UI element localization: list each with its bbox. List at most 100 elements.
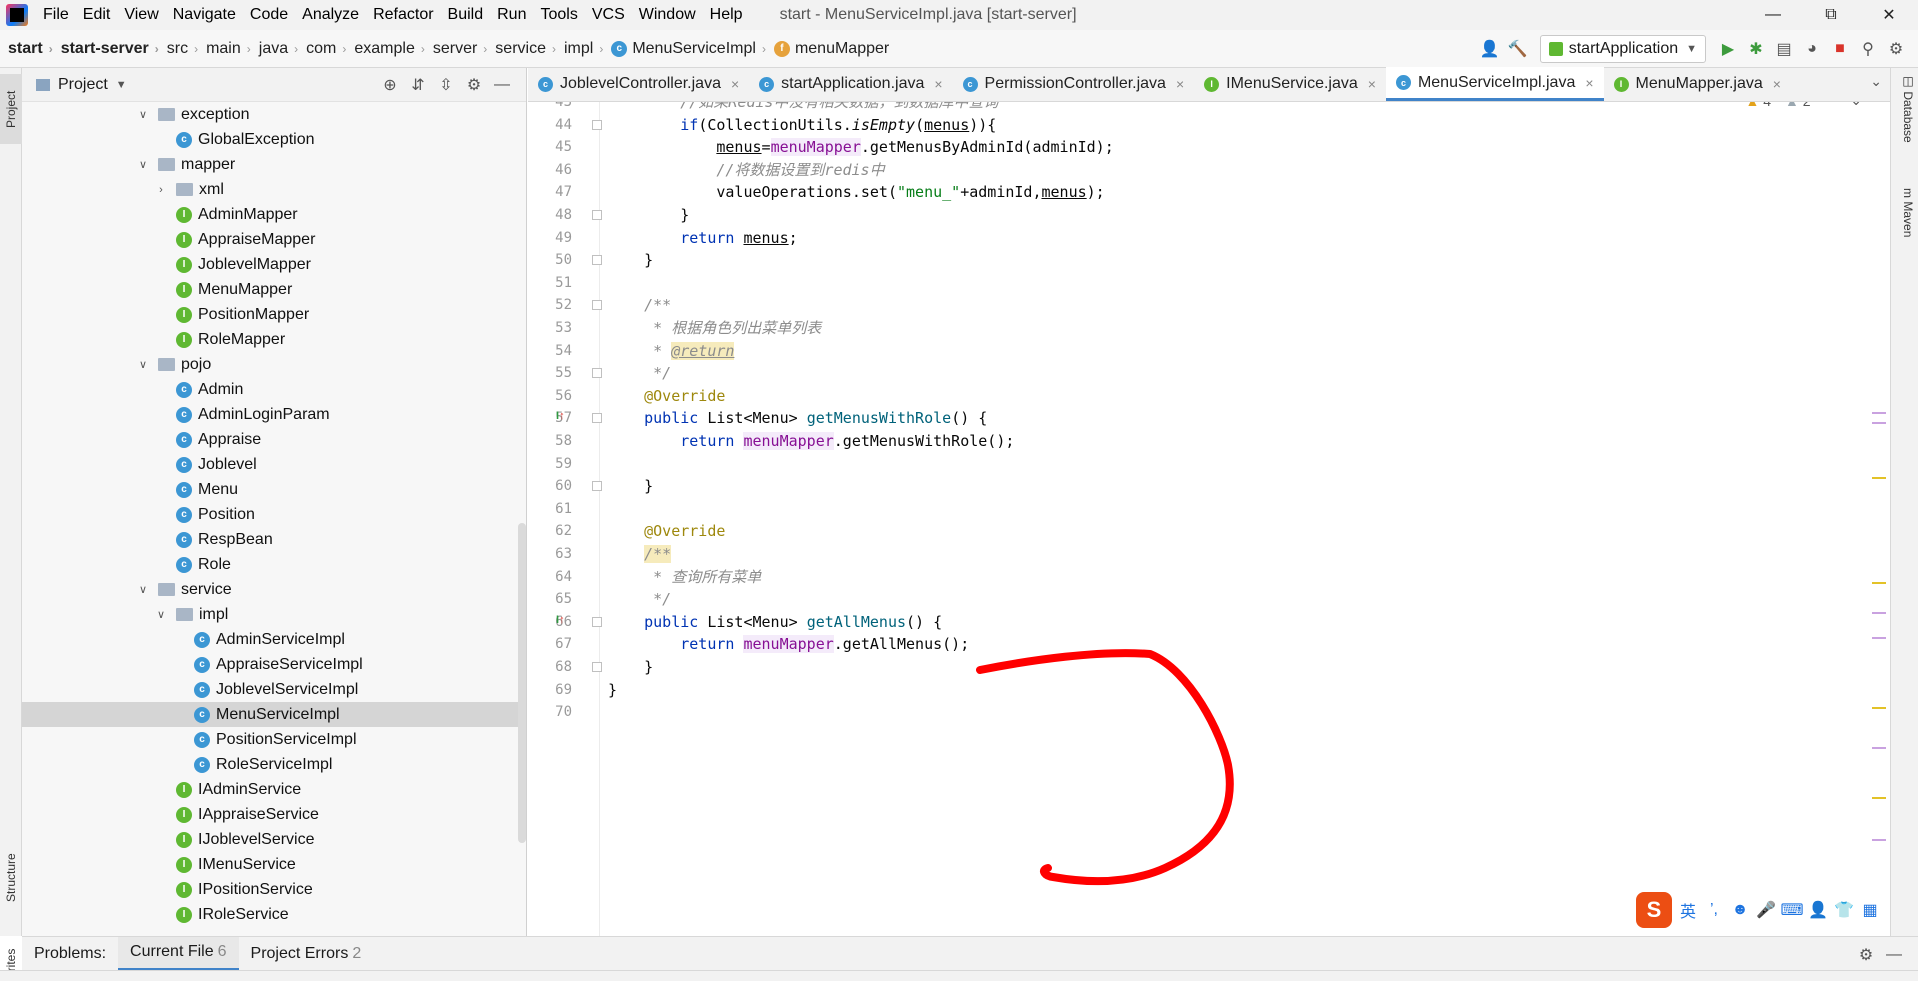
settings-gear-icon[interactable]: ⚙ xyxy=(1852,941,1880,969)
stripe-mark[interactable] xyxy=(1872,422,1886,424)
close-icon[interactable]: × xyxy=(1773,76,1781,92)
editor-tab[interactable]: I IMenuService.java × xyxy=(1194,67,1386,101)
user-icon[interactable]: 👤 xyxy=(1808,900,1828,920)
keyboard-icon[interactable]: ⌨ xyxy=(1780,900,1803,920)
fold-marker-icon[interactable] xyxy=(592,300,602,311)
breadcrumb-item[interactable]: service › xyxy=(487,40,556,58)
ime-language[interactable]: 英 xyxy=(1678,900,1698,921)
debug-icon[interactable]: ✱ xyxy=(1742,35,1770,63)
tree-item[interactable]: I MenuMapper xyxy=(22,277,522,302)
tree-item[interactable]: › xml xyxy=(22,177,522,202)
code-line[interactable]: public List<Menu> getAllMenus() { xyxy=(608,611,942,634)
menu-navigate[interactable]: Navigate xyxy=(166,6,243,24)
warning-indicator[interactable]: ▲ 4 xyxy=(1745,102,1771,109)
fold-marker-icon[interactable] xyxy=(592,119,602,130)
project-tool-tab[interactable]: Project xyxy=(0,74,22,144)
profile-icon[interactable]: ◕ xyxy=(1798,35,1826,63)
restore-icon[interactable]: ⧉ xyxy=(1802,0,1860,30)
editor-tab[interactable]: c JoblevelController.java × xyxy=(528,67,749,101)
tree-item[interactable]: c Menu xyxy=(22,477,522,502)
locate-target-icon[interactable]: ⊕ xyxy=(376,71,404,99)
fold-marker-icon[interactable] xyxy=(592,255,602,266)
menu-refactor[interactable]: Refactor xyxy=(366,6,440,24)
close-icon[interactable]: × xyxy=(1368,76,1376,92)
implements-method-icon[interactable]: I↑ xyxy=(556,410,565,422)
breadcrumb-item[interactable]: com › xyxy=(298,40,346,58)
coverage-icon[interactable]: ▤ xyxy=(1770,35,1798,63)
editor-error-stripe[interactable] xyxy=(1872,402,1890,936)
code-line[interactable]: * 根据角色列出菜单列表 xyxy=(608,317,821,340)
collapse-all-icon[interactable]: ⇳ xyxy=(432,71,460,99)
chevron-right-icon[interactable]: › xyxy=(154,184,168,196)
microphone-icon[interactable]: 🎤 xyxy=(1756,900,1776,920)
chevron-down-icon[interactable]: ▼ xyxy=(116,79,127,91)
tree-item[interactable]: I PositionMapper xyxy=(22,302,522,327)
expand-all-icon[interactable]: ⇵ xyxy=(404,71,432,99)
skin-shirt-icon[interactable]: 👕 xyxy=(1834,900,1854,920)
menu-window[interactable]: Window xyxy=(632,6,703,24)
tree-item[interactable]: I IAdminService xyxy=(22,777,522,802)
tree-item[interactable]: I AppraiseMapper xyxy=(22,227,522,252)
chevron-down-icon[interactable]: ∨ xyxy=(154,608,168,621)
settings-gear-icon[interactable]: ⚙ xyxy=(1882,35,1910,63)
code-line[interactable]: */ xyxy=(608,588,671,611)
tree-item[interactable]: c AdminServiceImpl xyxy=(22,627,522,652)
fold-marker-icon[interactable] xyxy=(592,368,602,379)
code-line[interactable]: //如果Redis中没有相关数据，到数据库中查询 xyxy=(608,102,998,114)
implements-method-icon[interactable]: I↑ xyxy=(556,614,565,626)
tree-item[interactable]: ∨ exception xyxy=(22,102,522,127)
build-hammer-icon[interactable]: 🔨 xyxy=(1504,35,1532,63)
tree-item[interactable]: c GlobalException xyxy=(22,127,522,152)
close-icon[interactable]: ✕ xyxy=(1860,0,1918,30)
tree-item[interactable]: c Role xyxy=(22,552,522,577)
close-icon[interactable]: × xyxy=(731,76,739,92)
menu-edit[interactable]: Edit xyxy=(76,6,118,24)
stripe-mark[interactable] xyxy=(1872,797,1886,799)
breadcrumb-item[interactable]: start › xyxy=(0,40,53,58)
code-line[interactable]: if(CollectionUtils.isEmpty(menus)){ xyxy=(608,114,996,137)
tree-item[interactable]: c RespBean xyxy=(22,527,522,552)
tree-scrollbar[interactable] xyxy=(518,523,526,843)
close-icon[interactable]: × xyxy=(1585,75,1593,91)
run-configuration-select[interactable]: startApplication ▼ xyxy=(1539,35,1706,63)
weak-warning-indicator[interactable]: ▲ 2 xyxy=(1785,102,1811,109)
tree-item[interactable]: I IPositionService xyxy=(22,877,522,902)
stripe-mark[interactable] xyxy=(1872,707,1886,709)
chevron-down-icon[interactable]: ∨ xyxy=(136,583,150,596)
project-panel-title[interactable]: Project xyxy=(58,76,108,94)
maven-tool-tab[interactable]: m Maven xyxy=(1895,188,1915,237)
hide-panel-icon[interactable]: — xyxy=(1880,941,1908,969)
chevron-down-icon[interactable]: ∨ xyxy=(136,358,150,371)
breadcrumb-item[interactable]: example › xyxy=(346,40,424,58)
breadcrumb-item[interactable]: f menuMapper xyxy=(766,40,889,58)
tree-item[interactable]: c Joblevel xyxy=(22,452,522,477)
settings-gear-icon[interactable]: ⚙ xyxy=(460,71,488,99)
tree-item[interactable]: c Appraise xyxy=(22,427,522,452)
next-highlight-icon[interactable]: ⌄ xyxy=(1850,102,1862,109)
tree-item[interactable]: I IMenuService xyxy=(22,852,522,877)
code-line[interactable]: return menus; xyxy=(608,227,797,250)
tree-item[interactable]: ∨ mapper xyxy=(22,152,522,177)
tree-item[interactable]: c Position xyxy=(22,502,522,527)
problems-tab[interactable]: Current File 6 xyxy=(118,936,239,971)
code-line[interactable]: } xyxy=(608,204,689,227)
previous-highlight-icon[interactable]: ⌃ xyxy=(1825,102,1837,109)
breadcrumb-item[interactable]: impl › xyxy=(556,40,603,58)
code-line[interactable]: } xyxy=(608,656,653,679)
code-line[interactable]: menus=menuMapper.getMenusByAdminId(admin… xyxy=(608,136,1114,159)
fold-marker-icon[interactable] xyxy=(592,481,602,492)
code-line[interactable]: public List<Menu> getMenusWithRole() { xyxy=(608,407,987,430)
punctuation-icon[interactable]: ’, xyxy=(1704,900,1724,920)
close-icon[interactable]: × xyxy=(1176,76,1184,92)
tree-item[interactable]: c AppraiseServiceImpl xyxy=(22,652,522,677)
code-line[interactable]: * 查询所有菜单 xyxy=(608,566,761,589)
menu-code[interactable]: Code xyxy=(243,6,295,24)
minimize-icon[interactable]: — xyxy=(1744,0,1802,30)
breadcrumb-item[interactable]: src › xyxy=(159,40,198,58)
breadcrumb-item[interactable]: main › xyxy=(198,40,251,58)
menu-view[interactable]: View xyxy=(117,6,165,24)
stripe-mark[interactable] xyxy=(1872,637,1886,639)
problems-tab[interactable]: Project Errors 2 xyxy=(239,937,374,971)
code-line[interactable]: * @return xyxy=(608,340,735,363)
code-line[interactable]: return menuMapper.getMenusWithRole(); xyxy=(608,430,1014,453)
